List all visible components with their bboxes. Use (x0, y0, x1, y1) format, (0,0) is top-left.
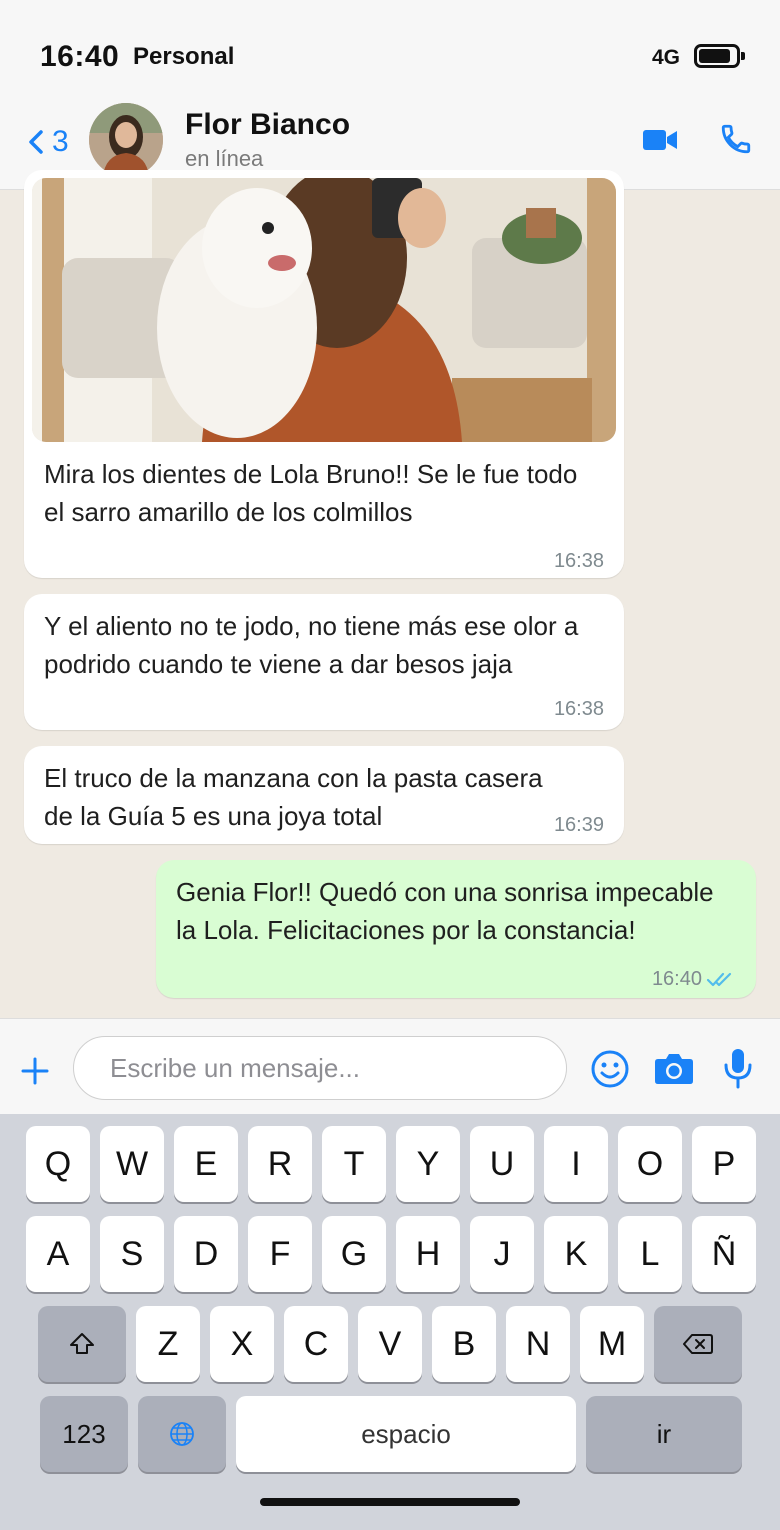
message-time: 16:38 (553, 698, 604, 720)
avatar[interactable] (89, 103, 163, 177)
message-composer (0, 1018, 780, 1114)
keyboard: Q W E R T Y U I O P A S D F G H J K L Ñ … (0, 1114, 780, 1530)
message-bubble-photo[interactable]: Mira los dientes de Lola Bruno!! Se le f… (24, 170, 624, 578)
backspace-key[interactable] (654, 1306, 742, 1382)
shift-icon (70, 1333, 94, 1354)
status-time: 16:40 (40, 40, 120, 73)
camera-icon[interactable] (654, 1051, 694, 1085)
status-bar: 16:40 Personal 4G (0, 0, 780, 100)
key-m[interactable]: M (580, 1306, 644, 1382)
back-button[interactable]: 3 (24, 122, 69, 162)
key-e[interactable]: E (174, 1126, 238, 1202)
key-s[interactable]: S (100, 1216, 164, 1292)
message-bubble-outgoing[interactable]: Genia Flor!! Quedó con una sonrisa impec… (156, 860, 756, 998)
key-g[interactable]: G (322, 1216, 386, 1292)
emoji-icon[interactable] (590, 1049, 630, 1089)
key-z[interactable]: Z (136, 1306, 200, 1382)
message-input[interactable] (73, 1036, 567, 1100)
key-t[interactable]: T (322, 1126, 386, 1202)
unread-count: 3 (52, 125, 69, 158)
globe-icon (170, 1422, 194, 1446)
home-indicator[interactable] (260, 1498, 520, 1506)
key-q[interactable]: Q (26, 1126, 90, 1202)
backspace-icon (683, 1334, 713, 1354)
photo-image (32, 178, 616, 442)
back-chevron-icon (29, 130, 43, 154)
key-o[interactable]: O (618, 1126, 682, 1202)
status-carrier: Personal (133, 43, 235, 70)
key-c[interactable]: C (284, 1306, 348, 1382)
key-j[interactable]: J (470, 1216, 534, 1292)
key-u[interactable]: U (470, 1126, 534, 1202)
key-k[interactable]: K (544, 1216, 608, 1292)
phone-icon[interactable] (719, 122, 753, 156)
shift-key[interactable] (38, 1306, 126, 1382)
network-type: 4G (652, 46, 681, 69)
message-bubble-incoming[interactable]: El truco de la manzana con la pasta case… (24, 746, 624, 844)
battery-icon (694, 44, 745, 68)
globe-key[interactable] (138, 1396, 226, 1472)
key-h[interactable]: H (396, 1216, 460, 1292)
key-f[interactable]: F (248, 1216, 312, 1292)
contact-status: en línea (185, 146, 264, 171)
message-text: Genia Flor!! Quedó con una sonrisa impec… (176, 877, 714, 945)
key-i[interactable]: I (544, 1126, 608, 1202)
key-x[interactable]: X (210, 1306, 274, 1382)
key-p[interactable]: P (692, 1126, 756, 1202)
key-b[interactable]: B (432, 1306, 496, 1382)
message-time: 16:40 (651, 968, 702, 990)
microphone-icon[interactable] (722, 1047, 754, 1089)
key-y[interactable]: Y (396, 1126, 460, 1202)
numbers-key[interactable]: 123 (40, 1396, 128, 1472)
message-text: El truco de la manzana con la pasta case… (44, 763, 543, 831)
go-key[interactable]: ir (586, 1396, 742, 1472)
message-bubble-incoming[interactable]: Y el aliento no te jodo, no tiene más es… (24, 594, 624, 730)
message-time: 16:39 (553, 814, 604, 836)
message-text: Mira los dientes de Lola Bruno!! Se le f… (44, 459, 578, 527)
space-key[interactable]: espacio (236, 1396, 576, 1472)
key-n[interactable]: N (506, 1306, 570, 1382)
avatar-image (89, 103, 163, 177)
key-enye[interactable]: Ñ (692, 1216, 756, 1292)
key-w[interactable]: W (100, 1126, 164, 1202)
message-text: Y el aliento no te jodo, no tiene más es… (44, 611, 579, 679)
key-a[interactable]: A (26, 1216, 90, 1292)
key-l[interactable]: L (618, 1216, 682, 1292)
contact-name[interactable]: Flor Bianco (185, 108, 350, 142)
double-check-icon (706, 972, 732, 987)
key-r[interactable]: R (248, 1126, 312, 1202)
key-d[interactable]: D (174, 1216, 238, 1292)
video-call-icon[interactable] (643, 128, 677, 152)
message-time-status: 16:40 (652, 960, 734, 998)
message-photo[interactable] (32, 178, 616, 442)
message-time: 16:38 (553, 550, 604, 572)
key-v[interactable]: V (358, 1306, 422, 1382)
plus-icon[interactable] (20, 1056, 50, 1086)
